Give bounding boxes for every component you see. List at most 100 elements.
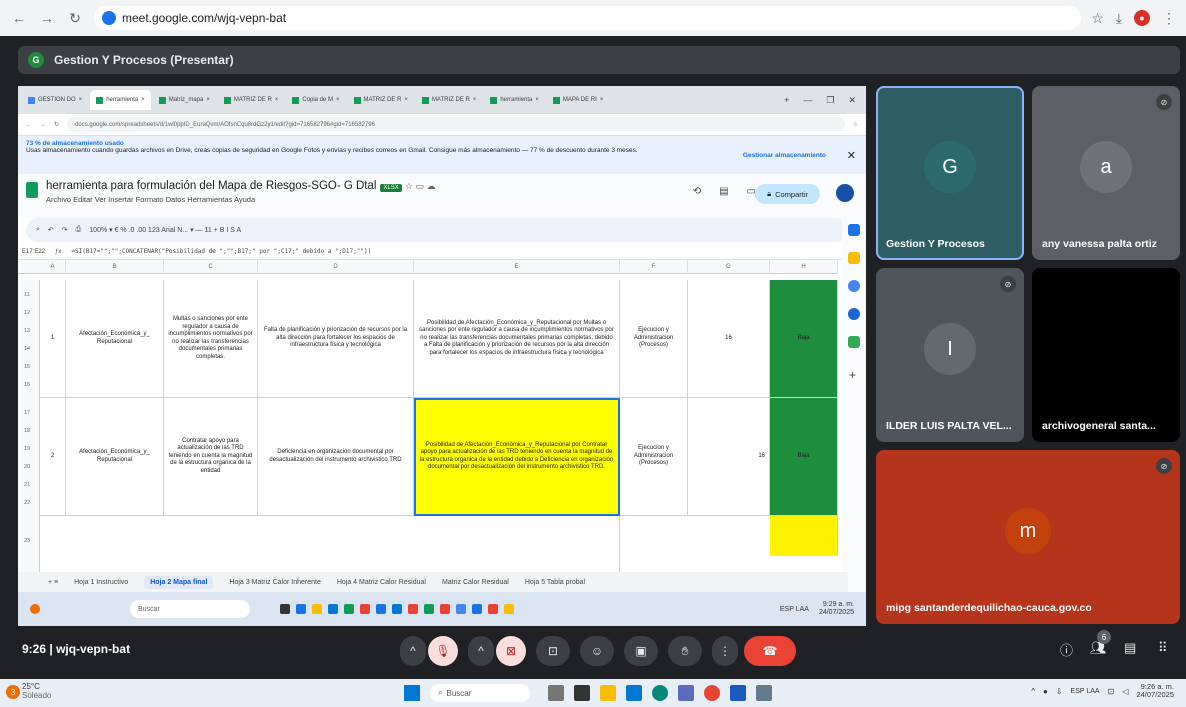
inner-tab-label: herramienta	[500, 97, 533, 103]
word-icon[interactable]	[730, 685, 746, 701]
participant-name: mipg santanderdequilichao-cauca.gov.co	[886, 602, 1092, 614]
profile-avatar[interactable]: ●	[1134, 10, 1150, 26]
language-indicator[interactable]: ESP LAA	[1071, 688, 1100, 695]
address-text: meet.google.com/wjq-vepn-bat	[122, 11, 287, 25]
chrome-icon[interactable]	[704, 685, 720, 701]
back-icon[interactable]: ←	[10, 9, 28, 27]
inner-tab-strip: GESTION DO × herramienta × Matriz_mapa × MATRI…	[18, 86, 866, 114]
windows-taskbar: 3 25°C Soleado ⌕ Buscar ^ ● ⇩ ESP LAA ⊡ …	[0, 679, 1186, 707]
leave-call-button[interactable]: ☎︎	[744, 636, 796, 666]
windows-start-icon[interactable]	[404, 685, 420, 701]
inner-star-icon: ☆	[852, 122, 858, 128]
audio-options-button[interactable]: ^	[400, 636, 426, 666]
tasks-icon	[848, 280, 860, 292]
shared-screen: GESTION DO × herramienta × Matriz_mapa × MATRI…	[18, 86, 866, 626]
cell-causa: Multas o sanciones por ente regulador a …	[164, 280, 258, 398]
cell-nivel-partial	[770, 516, 838, 556]
participant-tile[interactable]: m ⊘ mipg santanderdequilichao-cauca.gov.co	[876, 450, 1180, 624]
user-avatar	[836, 184, 854, 202]
cell-tipo: Afectación_Económica_y_ Reputacional	[66, 280, 164, 398]
bookmark-star-icon[interactable]: ☆	[1091, 10, 1104, 27]
minimize-icon: —	[803, 94, 813, 105]
row-number: 20	[24, 464, 31, 470]
weather-widget[interactable]: 25°C Soleado	[22, 682, 51, 701]
row-number: 23	[24, 538, 31, 544]
column-header: E	[414, 260, 620, 274]
emoji-button[interactable]: ☺	[580, 636, 614, 666]
participant-avatar: I	[924, 323, 976, 375]
row-number: 12	[24, 310, 31, 316]
column-header: G	[688, 260, 770, 274]
tray-app-icon[interactable]: ●	[1043, 687, 1048, 696]
participant-tile[interactable]: a ⊘ any vanessa palta ortiz	[1032, 86, 1180, 260]
tab-favicon-icon	[490, 96, 498, 104]
tray-shield-icon[interactable]: ⇩	[1056, 687, 1063, 696]
participant-tile[interactable]: G Gestion Y Procesos	[876, 86, 1024, 260]
teams-icon[interactable]	[678, 685, 694, 701]
cell-frecuencia: 16	[688, 280, 770, 398]
video-options-button[interactable]: ^	[468, 636, 494, 666]
inner-taskbar-search-text: Buscar	[138, 605, 160, 613]
present-button[interactable]: ⊡	[536, 636, 570, 666]
inner-weather-icon	[30, 604, 40, 614]
inner-tab: herramienta ×	[484, 90, 545, 110]
camera-off-button[interactable]: ⊠	[496, 636, 526, 666]
inner-tab: Matriz_mapa ×	[152, 90, 216, 110]
raise-hand-button[interactable]: ✋︎	[668, 636, 702, 666]
row-number: 17	[24, 410, 31, 416]
sheet-tab: Hoja 3 Matriz Calor Inherente	[229, 578, 321, 586]
row-number: 16	[24, 382, 31, 388]
file-explorer-icon[interactable]	[600, 685, 616, 701]
forward-icon[interactable]: →	[38, 9, 56, 27]
inner-url: docs.google.com/spreadsheets/d/1wl0ppID_…	[75, 121, 375, 128]
document-title: herramienta para formulación del Mapa de…	[46, 180, 377, 192]
tab-close-icon: ×	[141, 97, 145, 103]
participant-tile[interactable]: archivogeneral santa...	[1032, 268, 1180, 442]
star-icon: ☆ ▭ ☁	[405, 181, 436, 191]
tab-favicon-icon	[421, 96, 429, 104]
clock[interactable]: 9:26 a. m. 24/07/2025	[1136, 682, 1174, 700]
taskbar-search[interactable]: ⌕ Buscar	[430, 684, 530, 702]
tray-chevron-icon[interactable]: ^	[1031, 687, 1035, 696]
menu-kebab-icon[interactable]: ⋮	[1162, 10, 1176, 27]
app-icon-teal[interactable]	[652, 685, 668, 701]
participant-tile[interactable]: I ⊘ ILDER LUIS PALTA VEL...	[876, 268, 1024, 442]
cell-proceso: Ejecucion y Administracion (Procesos)	[620, 398, 688, 516]
keep-icon	[848, 252, 860, 264]
captions-button[interactable]: ▣	[624, 636, 658, 666]
cell-nivel: Baja	[770, 280, 838, 398]
formula-bar: E17:E22 ƒx =SI(B17="";"";CONCATENAR("Pos…	[18, 244, 848, 260]
tab-close-icon: ×	[336, 97, 340, 103]
inner-lang: ESP LAA	[779, 605, 809, 613]
chat-icon[interactable]: ▤	[1124, 640, 1136, 656]
reload-icon[interactable]: ↻	[66, 9, 84, 27]
share-button: 🔒︎ Compartir	[755, 184, 820, 204]
more-options-button[interactable]: ⋮	[712, 636, 738, 666]
address-bar[interactable]: meet.google.com/wjq-vepn-bat	[94, 6, 1082, 30]
app-icon-dark[interactable]	[574, 685, 590, 701]
mic-off-button[interactable]: 🎙︎	[428, 636, 458, 666]
meet-controls: 9:26 | wjq-vepn-bat ^ 🎙︎ ^ ⊠ ⊡ ☺ ▣ ✋︎ ⋮ …	[0, 630, 1186, 672]
inner-tab: MATRIZ DE R ×	[347, 90, 414, 110]
sheet-tab: Matriz Calor Residual	[441, 578, 509, 586]
inner-reload-icon: ↻	[54, 122, 60, 128]
participant-avatar: m	[1005, 508, 1051, 554]
clock-date: 24/07/2025	[1136, 690, 1174, 700]
storage-text: Usas almacenamiento cuando guardas archi…	[26, 147, 638, 154]
camera-off-icon: ⊠	[505, 644, 517, 658]
cell-proceso: Ejecucion y Administracion (Procesos)	[620, 280, 688, 398]
participant-name: Gestion Y Procesos	[886, 238, 985, 250]
inner-tab-label: GESTION DO	[38, 97, 76, 103]
task-view-icon[interactable]	[548, 685, 564, 701]
inner-taskbar-search: Buscar	[130, 600, 250, 618]
edge-icon[interactable]	[626, 685, 642, 701]
network-icon[interactable]: ⊡	[1108, 687, 1115, 696]
muted-mic-icon: ⊘	[1156, 94, 1172, 110]
download-icon[interactable]: ⤓	[1116, 10, 1122, 27]
volume-icon[interactable]: ◁	[1122, 687, 1128, 696]
calculator-icon[interactable]	[756, 685, 772, 701]
info-icon[interactable]: ⓘ	[1060, 640, 1073, 659]
banner-close-icon: ✕	[846, 150, 856, 162]
activities-icon[interactable]: ⠿	[1158, 640, 1168, 656]
weather-icon[interactable]: 3	[6, 685, 20, 699]
